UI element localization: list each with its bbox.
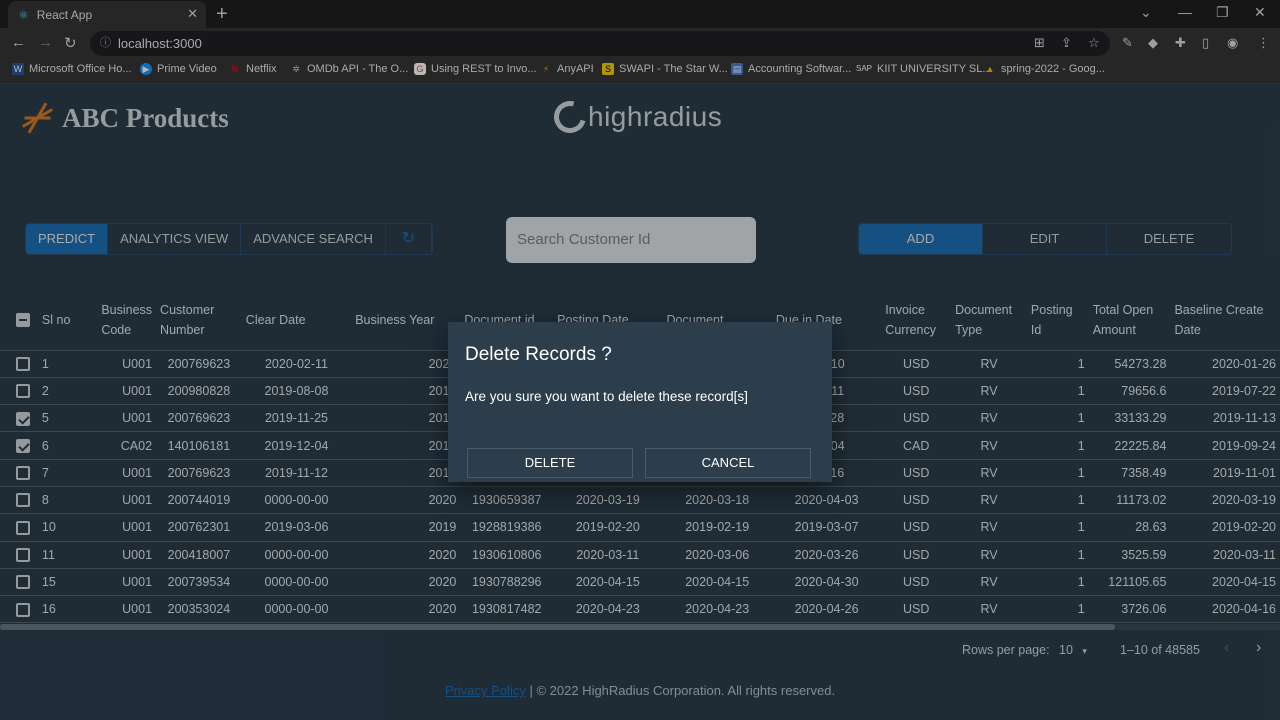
delete-dialog: Delete Records ? Are you sure you want t… bbox=[448, 322, 832, 482]
dialog-title: Delete Records ? bbox=[465, 344, 612, 365]
confirm-delete-button[interactable]: DELETE bbox=[467, 448, 633, 478]
cancel-button[interactable]: CANCEL bbox=[645, 448, 811, 478]
dialog-message: Are you sure you want to delete these re… bbox=[465, 389, 748, 404]
